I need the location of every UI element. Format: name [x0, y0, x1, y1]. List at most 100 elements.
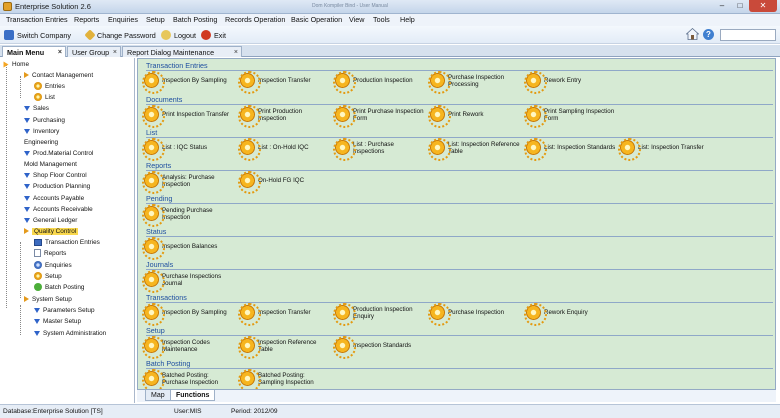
tree-node-qc-transaction-entries[interactable]: Transaction Entries	[34, 237, 100, 247]
function-item[interactable]: Production Inspection	[333, 71, 413, 94]
section-divider	[146, 137, 773, 138]
menu-help[interactable]: Help	[400, 15, 415, 24]
close-button[interactable]: ✕	[749, 0, 777, 12]
tree-node-production-planning[interactable]: Production Planning	[24, 181, 90, 191]
function-item[interactable]: List: Inspection Standards	[524, 138, 615, 161]
tab-user-group[interactable]: User Group ×	[67, 46, 121, 57]
tree-node-qc-enquiries[interactable]: Enquiries	[34, 260, 72, 270]
maximize-button[interactable]: □	[731, 0, 749, 12]
close-icon[interactable]: ×	[58, 47, 62, 58]
minimize-button[interactable]: –	[713, 0, 731, 12]
help-icon[interactable]: ?	[703, 29, 714, 40]
function-item[interactable]: Rework Entry	[524, 71, 581, 94]
function-item[interactable]: Print Rework	[428, 105, 483, 128]
tree-node-inventory[interactable]: Inventory	[24, 126, 59, 136]
tree-node-system-setup[interactable]: System Setup	[24, 294, 72, 304]
function-item[interactable]: Purchase Inspection Processing	[428, 71, 504, 94]
function-item[interactable]: On-Hold FG IQC	[238, 171, 304, 194]
function-item[interactable]: List : Purchase Inspections	[333, 138, 394, 161]
tree-node-system-administration[interactable]: System Administration	[34, 328, 106, 338]
function-item[interactable]: Purchase Inspection	[428, 303, 504, 326]
tab-map[interactable]: Map	[145, 390, 171, 401]
gear-icon	[524, 105, 547, 128]
function-item[interactable]: Print Inspection Transfer	[142, 105, 229, 128]
function-item[interactable]: List: Inspection Reference Table	[428, 138, 520, 161]
tree-node-quality-control[interactable]: Quality Control	[24, 226, 79, 236]
toolbar: Switch Company Change Password Logout Ex…	[0, 26, 780, 44]
tree-label: Batch Posting	[45, 283, 85, 291]
menu-records-operation[interactable]: Records Operation	[225, 15, 285, 24]
function-item[interactable]: Print Purchase Inspection Form	[333, 105, 424, 128]
function-item[interactable]: Print Sampling Inspection Form	[524, 105, 614, 128]
tree-node-purchasing[interactable]: Purchasing	[24, 115, 65, 125]
function-item[interactable]: List: Inspection Transfer	[618, 138, 704, 161]
tree-node-prod-material-control[interactable]: Prod.Material Control	[24, 148, 93, 158]
tree-node-accounts-payable[interactable]: Accounts Payable	[24, 193, 84, 203]
tree-node-sales[interactable]: Sales	[24, 103, 49, 113]
function-item[interactable]: Batched Posting: Purchase Inspection	[142, 369, 218, 389]
function-item[interactable]: Print Production Inspection	[238, 105, 302, 128]
tab-functions[interactable]: Functions	[170, 390, 216, 401]
gear-icon	[142, 369, 165, 389]
tree-node-qc-reports[interactable]: Reports	[34, 248, 66, 258]
tree-node-qc-setup[interactable]: Setup	[34, 271, 62, 281]
folder-arrow-icon	[24, 228, 29, 234]
tree-node-list[interactable]: List	[34, 92, 55, 102]
gear-icon	[238, 138, 261, 161]
tree-node-general-ledger[interactable]: General Ledger	[24, 215, 77, 225]
logout-button[interactable]: Logout	[161, 29, 196, 41]
menu-bar: Transaction Entries Reports Enquiries Se…	[0, 14, 780, 26]
tree-node-shop-floor-control[interactable]: Shop Floor Control	[24, 170, 87, 180]
function-item[interactable]: Pending Purchase Inspection	[142, 204, 213, 227]
function-item[interactable]: Production Inspection Enquiry	[333, 303, 413, 326]
function-item[interactable]: Analysis: Purchase Inspection	[142, 171, 215, 194]
tree-node-parameters-setup[interactable]: Parameters Setup	[34, 305, 95, 315]
menu-basic-operation[interactable]: Basic Operation	[291, 15, 342, 24]
tree-connector	[20, 305, 21, 335]
gear-icon	[142, 105, 165, 128]
tree-label: General Ledger	[33, 216, 78, 224]
close-icon[interactable]: ×	[113, 47, 117, 58]
menu-transaction-entries[interactable]: Transaction Entries	[6, 15, 68, 24]
function-item[interactable]: Inspection By Sampling	[142, 303, 227, 326]
tree-node-mold-management[interactable]: Mold Management	[24, 159, 77, 169]
function-item[interactable]: Inspection By Sampling	[142, 71, 227, 94]
tree-node-entries[interactable]: Entries	[34, 81, 65, 91]
search-input[interactable]	[720, 29, 776, 41]
function-item[interactable]: Inspection Codes Maintenance	[142, 336, 210, 359]
tab-report-dialog-maintenance[interactable]: Report Dialog Maintenance ×	[122, 46, 242, 57]
switch-company-button[interactable]: Switch Company	[4, 29, 71, 41]
function-item[interactable]: Inspection Transfer	[238, 303, 311, 326]
tree-label: Parameters Setup	[43, 306, 95, 314]
tree-node-engineering[interactable]: Engineering	[24, 137, 58, 147]
change-password-button[interactable]: Change Password	[84, 29, 156, 41]
function-item[interactable]: List : IQC Status	[142, 138, 207, 161]
function-item[interactable]: Inspection Balances	[142, 237, 217, 260]
exit-button[interactable]: Exit	[201, 29, 226, 41]
menu-batch-posting[interactable]: Batch Posting	[173, 15, 217, 24]
home-icon[interactable]	[686, 28, 699, 40]
status-database: Database:Enterprise Solution [TS]	[3, 408, 103, 415]
function-item[interactable]: Purchase Inspections Journal	[142, 270, 221, 293]
menu-reports[interactable]: Reports	[74, 15, 99, 24]
tree-node-master-setup[interactable]: Master Setup	[34, 316, 81, 326]
function-item[interactable]: Batched Posting: Sampling Inspection	[238, 369, 314, 389]
tree-node-accounts-receivable[interactable]: Accounts Receivable	[24, 204, 93, 214]
function-item[interactable]: Rework Enquiry	[524, 303, 588, 326]
tree-node-contact-management[interactable]: Contact Management	[24, 70, 93, 80]
tree-connector	[20, 76, 21, 98]
menu-setup[interactable]: Setup	[146, 15, 165, 24]
function-item[interactable]: Inspection Transfer	[238, 71, 311, 94]
menu-tools[interactable]: Tools	[373, 15, 390, 24]
tree-node-home[interactable]: Home	[3, 59, 29, 69]
tab-main-menu[interactable]: Main Menu ×	[2, 46, 66, 57]
tree-node-qc-batch-posting[interactable]: Batch Posting	[34, 282, 84, 292]
menu-enquiries[interactable]: Enquiries	[108, 15, 138, 24]
menu-view[interactable]: View	[349, 15, 364, 24]
function-label: List : Purchase Inspections	[353, 140, 394, 155]
function-item[interactable]: Inspection Reference Table	[238, 336, 316, 359]
close-icon[interactable]: ×	[234, 47, 238, 58]
function-item[interactable]: Inspection Standards	[333, 336, 411, 359]
chevron-down-icon	[34, 307, 40, 313]
function-item[interactable]: List : On-Hold IQC	[238, 138, 309, 161]
